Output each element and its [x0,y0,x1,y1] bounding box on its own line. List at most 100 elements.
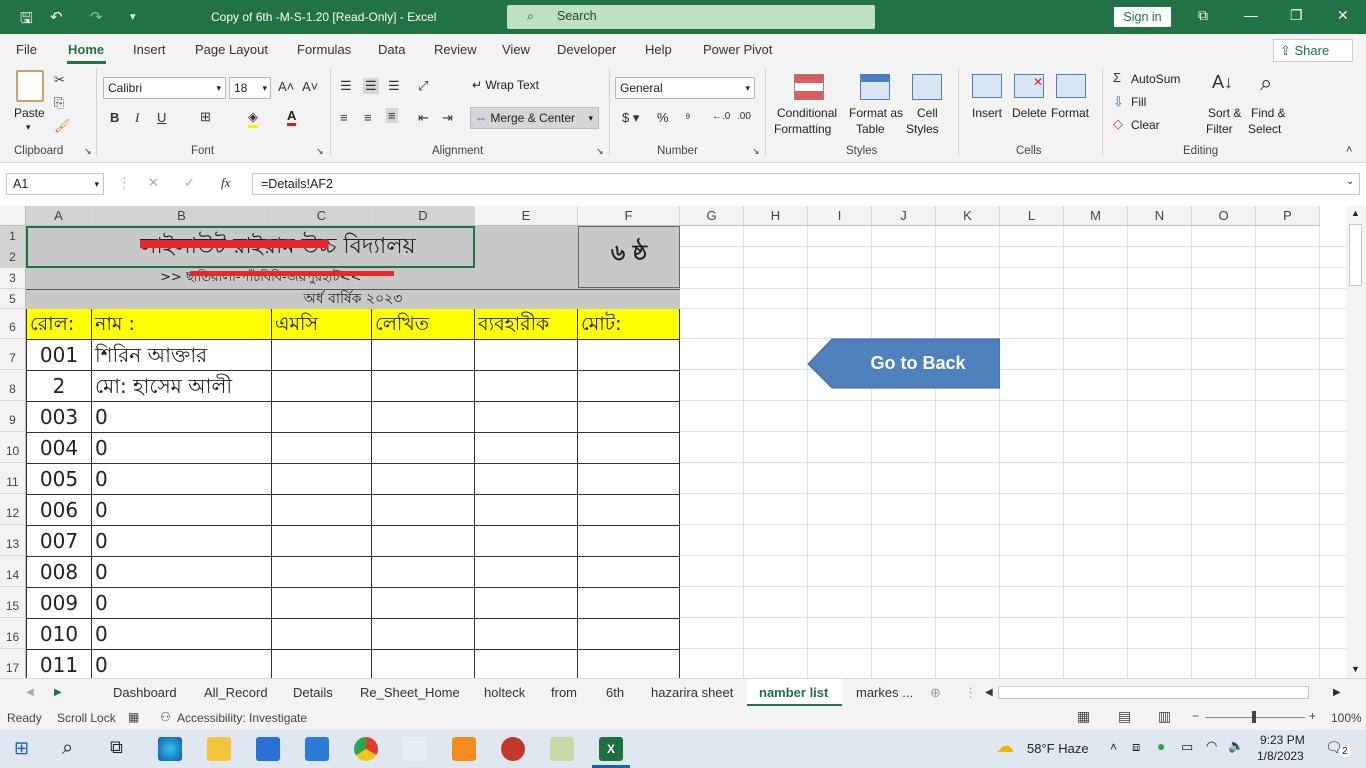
insert-button[interactable]: Insert [972,106,1002,120]
paint-icon[interactable] [550,737,574,761]
delete-button[interactable]: Delete [1012,106,1047,120]
weather-text[interactable]: 58°F Haze [1027,741,1089,756]
paste-dropdown-icon[interactable]: ▾ [26,120,31,134]
autosum-icon[interactable]: Σ [1113,70,1121,85]
row-header[interactable]: 2 [0,247,26,268]
roll-cell[interactable]: 005 [27,464,91,494]
undo-icon[interactable]: ↶ [50,8,63,26]
row-header[interactable]: 9 [0,401,26,432]
column-header[interactable]: N [1128,206,1192,226]
align-bottom-icon[interactable]: ☰ [388,78,400,94]
column-header[interactable]: D [372,206,475,226]
name-cell[interactable]: 0 [95,495,271,525]
row-header[interactable]: 5 [0,289,26,309]
page-layout-view-icon[interactable]: ▤ [1118,708,1131,725]
select-all-corner[interactable] [0,206,26,226]
row-header[interactable]: 12 [0,494,26,525]
maximize-icon[interactable]: ❐ [1290,7,1303,24]
show-hidden-icons[interactable]: ˄ [1110,740,1117,754]
horizontal-scroll-thumb[interactable] [998,686,1309,699]
font-size-select[interactable]: 18 ▾ [229,77,271,99]
number-format-select[interactable]: General ▾ [615,77,755,99]
sort-filter-label-2[interactable]: Filter [1206,122,1233,136]
zoom-slider-thumb[interactable] [1252,711,1256,723]
currency-icon[interactable]: $ ▾ [622,110,639,126]
fill-button[interactable]: Fill [1131,95,1146,109]
name-cell[interactable]: মো: হাসেম আলী [95,371,271,401]
scroll-up-icon[interactable]: ▲ [1351,208,1360,218]
mail-icon[interactable] [305,737,329,761]
roll-cell[interactable]: 007 [27,526,91,556]
tab-review[interactable]: Review [434,42,477,57]
number-launcher-icon[interactable]: ↘ [752,146,760,157]
scroll-tabs-right-icon[interactable]: ▶ [54,687,62,698]
name-cell[interactable]: শিরিন আক্তার [95,340,271,370]
row-header[interactable]: 15 [0,587,26,618]
decrease-decimal-icon[interactable]: .00 [737,111,751,122]
column-header[interactable]: H [744,206,808,226]
row-header[interactable]: 6 [0,309,26,339]
sheet-tab-all-record[interactable]: All_Record [204,685,268,700]
roll-cell[interactable]: 006 [27,495,91,525]
cell-styles-label[interactable]: Cell [917,106,938,120]
decrease-font-icon[interactable]: A˅ [302,79,318,94]
font-launcher-icon[interactable]: ↘ [316,146,324,157]
accessibility-status[interactable]: Accessibility: Investigate [177,711,307,725]
zoom-in-icon[interactable]: + [1309,709,1316,723]
find-select-label-2[interactable]: Select [1248,122,1281,136]
sheet-tab-6th[interactable]: 6th [606,685,624,700]
tab-data[interactable]: Data [378,42,405,57]
name-cell[interactable]: 0 [95,526,271,556]
page-break-view-icon[interactable]: ▥ [1158,708,1171,725]
tab-insert[interactable]: Insert [133,42,166,57]
delete-cells-icon[interactable]: ✕ [1014,74,1044,98]
align-right-icon[interactable]: ≡ [386,108,398,123]
clear-button[interactable]: Clear [1131,118,1160,132]
format-as-table-label-2[interactable]: Table [856,122,885,136]
format-cells-icon[interactable] [1056,74,1086,98]
increase-indent-icon[interactable]: ⇥ [442,110,453,126]
sort-filter-label[interactable]: Sort & [1208,106,1241,120]
meet-icon[interactable]: ⧈ [1132,739,1140,755]
row-header[interactable]: 11 [0,463,26,494]
wifi-icon[interactable]: ◠ [1206,738,1217,754]
save-icon[interactable]: 🖫 [20,8,33,33]
hscroll-left-icon[interactable]: ◀ [985,687,993,698]
conditional-formatting-label-2[interactable]: Formatting [774,122,831,136]
column-header[interactable]: B [92,206,272,226]
redo-icon[interactable]: ↷ [90,8,103,26]
weather-icon[interactable]: ☁ [996,736,1014,757]
worksheet-grid[interactable]: A B C D E F G H I J K L M N O P 1 2 3 5 … [0,206,1346,678]
sheet-tab-dashboard[interactable]: Dashboard [113,685,177,700]
column-header[interactable]: O [1192,206,1256,226]
battery-icon[interactable]: ▭ [1181,739,1193,755]
cell-styles-icon[interactable] [912,74,942,100]
find-select-icon[interactable]: ⌕ [1260,70,1272,96]
name-cell[interactable]: 0 [95,402,271,432]
vertical-scrollbar[interactable]: ▲ ▼ [1346,206,1366,678]
roll-cell[interactable]: 008 [27,557,91,587]
align-left-icon[interactable]: ≡ [340,110,348,125]
chrome-icon[interactable] [354,737,378,761]
customize-qat-icon[interactable]: ▾ [130,10,136,23]
search-icon[interactable]: ⌕ [62,737,73,760]
cut-icon[interactable]: ✂ [54,72,65,88]
copy-icon[interactable]: ⎘ [54,95,64,111]
font-color-icon[interactable]: A [287,108,297,126]
align-middle-icon[interactable]: ☰ [363,78,379,94]
percent-icon[interactable]: % [657,110,669,125]
formula-input[interactable]: =Details!AF2 [252,173,1360,195]
name-cell[interactable]: 0 [95,650,271,678]
collapse-ribbon-icon[interactable]: ˄ [1346,144,1352,156]
name-cell[interactable]: 0 [95,619,271,649]
bold-button[interactable]: B [110,110,119,125]
sheet-tab-hazarira-sheet[interactable]: hazarira sheet [651,685,733,700]
underline-button[interactable]: U [157,110,166,125]
tab-formulas[interactable]: Formulas [297,42,351,57]
row-header[interactable]: 7 [0,339,26,370]
normal-view-icon[interactable]: ▦ [1077,708,1090,725]
clipboard-launcher-icon[interactable]: ↘ [84,146,92,157]
xampp-icon[interactable] [452,737,476,761]
enter-icon[interactable]: ✓ [184,175,195,191]
increase-font-icon[interactable]: A˄ [278,79,294,94]
